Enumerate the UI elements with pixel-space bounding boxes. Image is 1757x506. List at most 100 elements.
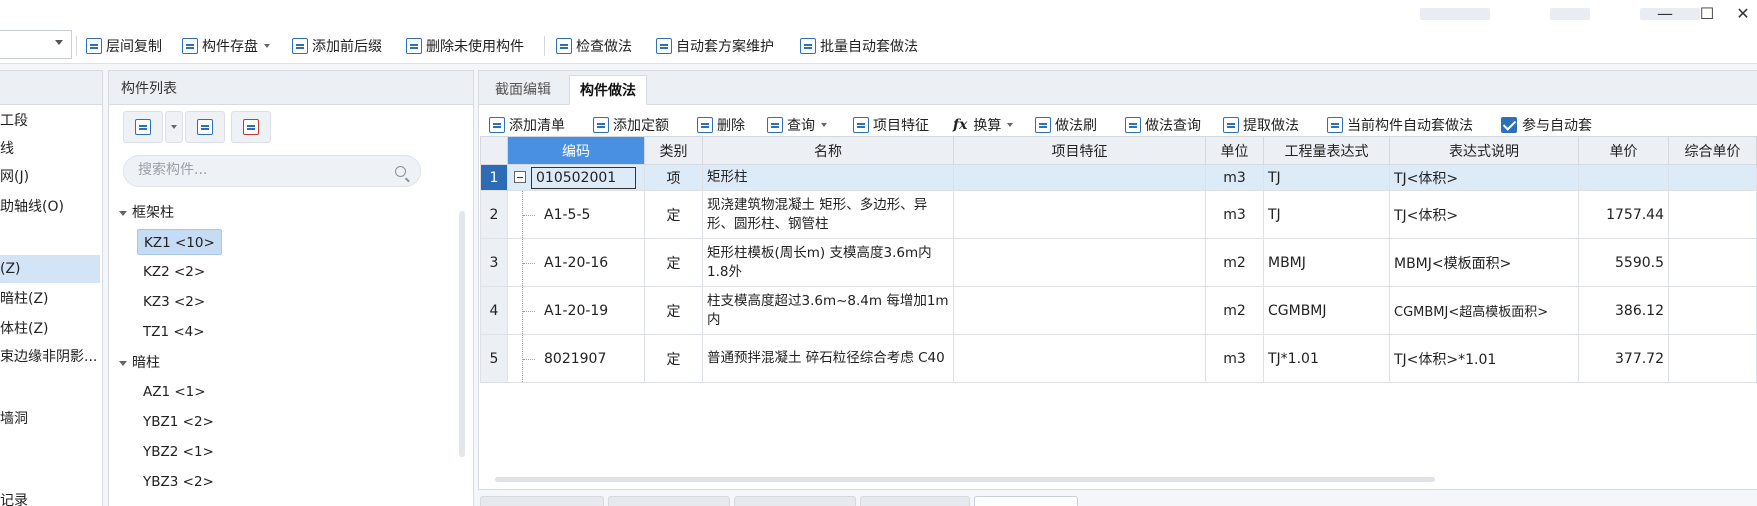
unit-cell[interactable]: m2 (1205, 238, 1264, 287)
extract-method-button[interactable]: 提取做法 (1223, 114, 1299, 136)
minimize-icon[interactable]: — (1652, 2, 1678, 24)
feature-cell[interactable] (953, 164, 1206, 191)
col-header-type[interactable]: 类别 (644, 136, 703, 165)
unit-cell[interactable]: m3 (1205, 334, 1264, 383)
expression-cell[interactable]: TJ*1.01 (1263, 334, 1390, 383)
nav-item-selected[interactable]: (Z) (0, 255, 100, 283)
nav-item[interactable]: 体柱(Z) (0, 315, 49, 343)
price-cell[interactable]: 1757.44 (1578, 190, 1669, 239)
table-row[interactable]: 1 010502001 项 矩形柱 m3 TJ TJ<体积> (480, 164, 1757, 191)
nav-item[interactable]: 墙洞 (0, 405, 28, 433)
auto-apply-checkbox[interactable]: 参与自动套 (1501, 114, 1592, 136)
table-row[interactable]: 2 A1-5-5 定 现浇建筑物混凝土 矩形、多边形、异形、圆形柱、钢管柱 m3… (480, 190, 1757, 239)
tree-item[interactable]: KZ2 <2> (137, 259, 211, 285)
method-brush-button[interactable]: 做法刷 (1035, 114, 1097, 136)
maximize-icon[interactable]: ☐ (1694, 2, 1720, 24)
total-price-cell[interactable] (1668, 286, 1757, 335)
expression-desc-cell[interactable]: TJ<体积> (1389, 164, 1579, 191)
current-auto-method-button[interactable]: 当前构件自动套做法 (1327, 114, 1473, 136)
tree-item[interactable]: KZ3 <2> (137, 289, 211, 315)
total-price-cell[interactable] (1668, 238, 1757, 287)
add-prefix-button[interactable]: 添加前后缀 (292, 35, 382, 57)
expression-desc-cell[interactable]: CGMBMJ<超高模板面积> (1389, 286, 1579, 335)
save-component-button[interactable]: 构件存盘 (182, 35, 270, 57)
feature-cell[interactable] (953, 334, 1206, 383)
type-cell[interactable]: 项 (644, 164, 703, 191)
name-cell[interactable]: 矩形柱 (702, 164, 954, 191)
delete-unused-button[interactable]: 删除未使用构件 (406, 35, 524, 57)
tab-section-edit[interactable]: 截面编辑 (485, 75, 561, 105)
bottom-tab[interactable] (480, 496, 604, 506)
add-quota-button[interactable]: 添加定额 (593, 114, 669, 136)
col-header-total-price[interactable]: 综合单价 (1668, 136, 1757, 165)
expression-desc-cell[interactable]: TJ<体积> (1389, 190, 1579, 239)
batch-auto-button[interactable]: 批量自动套做法 (800, 35, 918, 57)
unit-cell[interactable]: m2 (1205, 286, 1264, 335)
bottom-tab-active[interactable] (974, 496, 1078, 506)
list-scrollbar[interactable] (459, 211, 465, 457)
expression-desc-cell[interactable]: TJ<体积>*1.01 (1389, 334, 1579, 383)
nav-item[interactable]: 束边缘非阴影... (0, 343, 97, 371)
nav-item[interactable]: 记录 (0, 487, 28, 506)
col-header-unit[interactable]: 单位 (1205, 136, 1264, 165)
check-method-button[interactable]: 检查做法 (556, 35, 632, 57)
feature-cell[interactable] (953, 286, 1206, 335)
nav-item[interactable]: 网(J) (0, 163, 29, 191)
name-cell[interactable]: 矩形柱模板(周长m) 支模高度3.6m内 1.8外 (702, 238, 954, 287)
floor-select[interactable] (0, 30, 72, 59)
tree-item[interactable]: YBZ2 <1> (137, 439, 220, 465)
feature-button[interactable]: 项目特征 (853, 114, 929, 136)
code-cell[interactable]: A1-20-16 (507, 238, 645, 287)
tree-item[interactable]: AZ1 <1> (137, 379, 212, 405)
bottom-tab[interactable] (860, 496, 970, 506)
tree-item[interactable]: YBZ1 <2> (137, 409, 220, 435)
nav-item[interactable]: 工段 (0, 107, 28, 135)
expression-cell[interactable]: MBMJ (1263, 238, 1390, 287)
grid-hscrollbar[interactable] (495, 477, 1435, 482)
expression-cell[interactable]: TJ (1263, 164, 1390, 191)
feature-cell[interactable] (953, 238, 1206, 287)
collapse-icon[interactable] (514, 170, 526, 183)
type-cell[interactable]: 定 (644, 190, 703, 239)
new-component-button[interactable] (123, 111, 163, 143)
name-cell[interactable]: 柱支模高度超过3.6m~8.4m 每增加1m内 (702, 286, 954, 335)
col-header-expression[interactable]: 工程量表达式 (1263, 136, 1390, 165)
price-cell[interactable]: 5590.5 (1578, 238, 1669, 287)
table-row[interactable]: 5 8021907 定 普通预拌混凝土 碎石粒径综合考虑 C40 m3 TJ*1… (480, 334, 1757, 383)
type-cell[interactable]: 定 (644, 286, 703, 335)
nav-item[interactable]: 线 (0, 135, 14, 163)
price-cell[interactable]: 386.12 (1578, 286, 1669, 335)
nav-item[interactable]: 助轴线(O) (0, 193, 64, 221)
copy-floor-button[interactable]: 层间复制 (86, 35, 162, 57)
new-component-dropdown[interactable] (165, 111, 183, 143)
bottom-tab[interactable] (608, 496, 730, 506)
type-cell[interactable]: 定 (644, 238, 703, 287)
unit-cell[interactable]: m3 (1205, 190, 1264, 239)
add-list-button[interactable]: 添加清单 (489, 114, 565, 136)
total-price-cell[interactable] (1668, 190, 1757, 239)
auto-scheme-button[interactable]: 自动套方案维护 (656, 35, 774, 57)
table-row[interactable]: 4 A1-20-19 定 柱支模高度超过3.6m~8.4m 每增加1m内 m2 … (480, 286, 1757, 335)
col-header-price[interactable]: 单价 (1578, 136, 1669, 165)
type-cell[interactable]: 定 (644, 334, 703, 383)
expression-cell[interactable]: CGMBMJ (1263, 286, 1390, 335)
col-header-code[interactable]: 编码 (507, 136, 645, 165)
tab-component-method[interactable]: 构件做法 (569, 75, 647, 105)
total-price-cell[interactable] (1668, 164, 1757, 191)
method-query-button[interactable]: 做法查询 (1125, 114, 1201, 136)
expression-desc-cell[interactable]: MBMJ<模板面积> (1389, 238, 1579, 287)
tree-item-selected[interactable]: KZ1 <10> (137, 229, 222, 255)
name-cell[interactable]: 普通预拌混凝土 碎石粒径综合考虑 C40 (702, 334, 954, 383)
bottom-tab[interactable] (734, 496, 856, 506)
component-search[interactable] (123, 155, 421, 187)
price-cell[interactable]: 377.72 (1578, 334, 1669, 383)
tree-group-frame-column[interactable]: 框架柱 (119, 201, 174, 225)
nav-item[interactable]: 暗柱(Z) (0, 285, 49, 313)
code-cell[interactable]: A1-20-19 (507, 286, 645, 335)
col-header-name[interactable]: 名称 (702, 136, 954, 165)
feature-cell[interactable] (953, 190, 1206, 239)
code-cell[interactable]: 010502001 (507, 164, 645, 191)
col-header-feature[interactable]: 项目特征 (953, 136, 1206, 165)
tree-item[interactable]: TZ1 <4> (137, 319, 211, 345)
expression-cell[interactable]: TJ (1263, 190, 1390, 239)
